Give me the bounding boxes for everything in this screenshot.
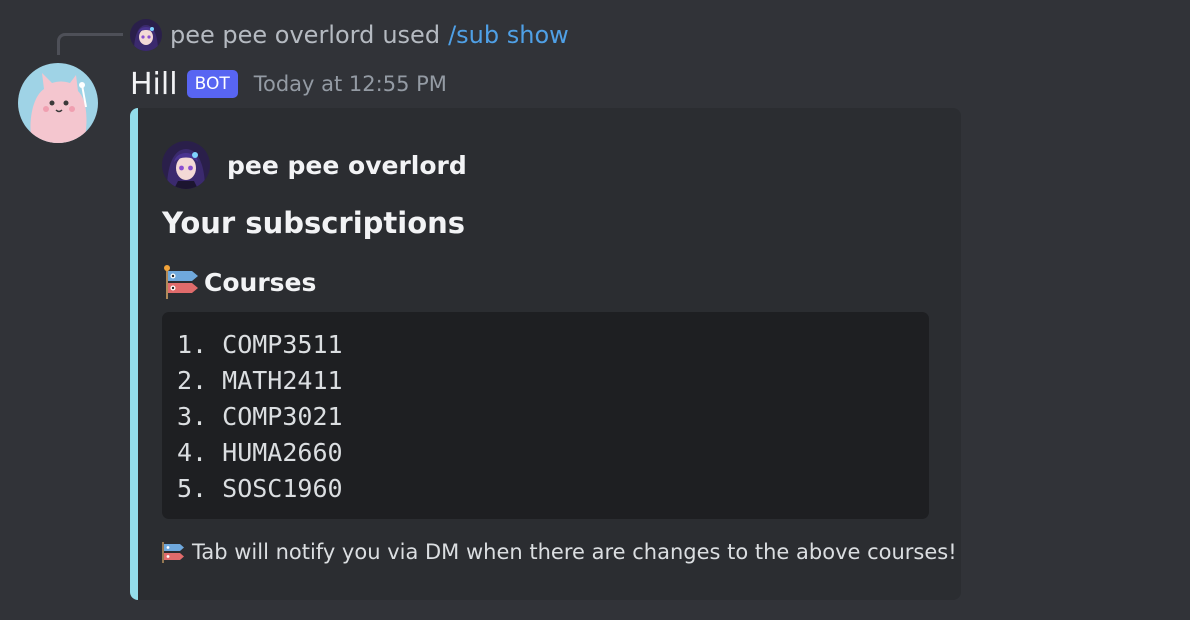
notification-note: Tab will notify you via DM when there ar…: [160, 535, 957, 569]
courses-field-header: Courses: [162, 262, 316, 302]
course-list-item: 5. SOSC1960: [177, 474, 343, 503]
command-used-text: used: [382, 21, 441, 49]
embed-author-avatar: [162, 141, 210, 189]
command-user-name[interactable]: pee pee overlord: [170, 21, 374, 49]
courses-code-block: 1. COMP3511 2. MATH2411 3. COMP3021 4. H…: [162, 312, 929, 519]
chat-message: pee pee overlord used /sub show Hill BOT…: [0, 0, 1190, 620]
bot-badge: BOT: [186, 70, 238, 98]
command-user-avatar[interactable]: [130, 19, 162, 51]
notification-text: Tab will notify you via DM when there ar…: [192, 540, 957, 564]
message-timestamp[interactable]: Today at 12:55 PM: [254, 72, 447, 96]
embed-author: pee pee overlord: [162, 141, 467, 189]
bot-avatar[interactable]: [18, 63, 98, 143]
course-list-item: 1. COMP3511: [177, 330, 343, 359]
course-list-item: 2. MATH2411: [177, 366, 343, 395]
bot-name[interactable]: Hill: [130, 67, 178, 102]
reply-connector: [57, 33, 123, 55]
courses-field-title: Courses: [204, 267, 317, 297]
carp-streamer-icon: [164, 265, 198, 299]
carp-streamer-icon: [162, 542, 184, 563]
subscriptions-embed: pee pee overlord Your subscriptions Cour…: [130, 108, 961, 600]
embed-author-name: pee pee overlord: [227, 150, 467, 180]
embed-accent-bar: [130, 108, 138, 600]
embed-title: Your subscriptions: [162, 206, 466, 240]
course-list-item: 3. COMP3021: [177, 402, 343, 431]
message-header: Hill BOT Today at 12:55 PM: [130, 64, 447, 104]
command-name-link[interactable]: /sub show: [448, 21, 569, 49]
command-usage-line: pee pee overlord used /sub show: [130, 17, 569, 53]
course-list-item: 4. HUMA2660: [177, 438, 343, 467]
